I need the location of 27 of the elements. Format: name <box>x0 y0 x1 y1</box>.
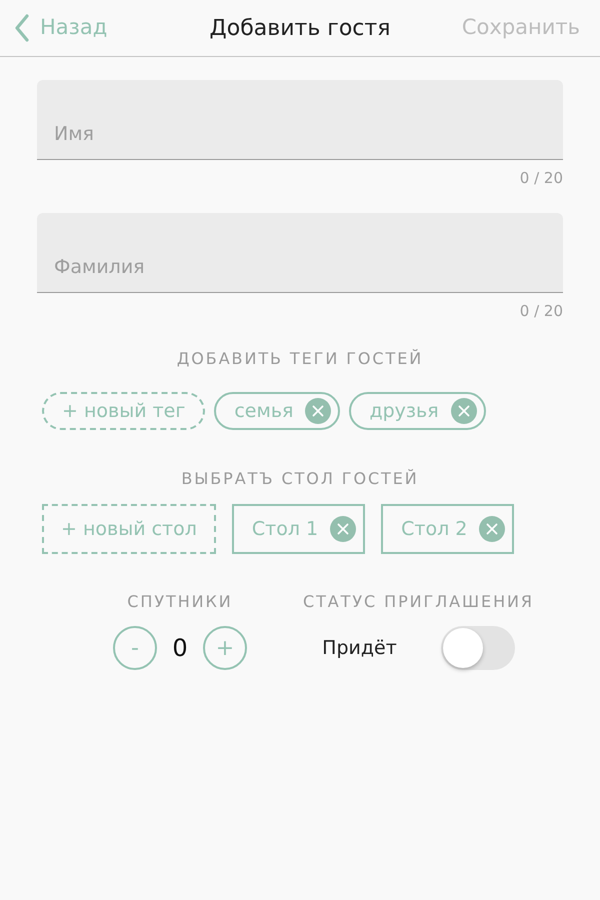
close-icon[interactable] <box>450 398 477 424</box>
character-counter: 0 / 20 <box>520 301 563 321</box>
tag-chip[interactable]: семья <box>214 392 340 430</box>
back-button[interactable]: Назад <box>0 12 108 44</box>
table-chip[interactable]: Стол 1 <box>232 504 366 554</box>
close-icon[interactable] <box>330 516 356 542</box>
back-chevron-icon <box>14 14 30 42</box>
section-heading: СПУТНИКИ <box>127 592 233 612</box>
close-icon[interactable] <box>479 516 506 542</box>
section-heading: СТАТУС ПРИГЛАШЕНИЯ <box>303 592 534 612</box>
invitation-status-label: Придёт <box>322 636 397 661</box>
text-input-field[interactable]: Фамилия <box>37 213 563 293</box>
close-icon[interactable] <box>305 398 332 424</box>
character-counter: 0 / 20 <box>520 168 563 188</box>
text-input-field[interactable]: Имя <box>37 80 563 160</box>
increment-button[interactable]: + <box>203 626 247 670</box>
page-title: Добавить гостя <box>210 14 390 42</box>
table-chip[interactable]: Стол 2 <box>381 504 514 554</box>
companions-count: 0 <box>171 633 189 664</box>
new-table-button[interactable]: + новый стол <box>42 504 216 554</box>
section-heading: ДОБАВИТЬ ТЕГИ ГОСТЕЙ <box>176 349 424 369</box>
toggle-switch[interactable] <box>440 626 515 670</box>
decrement-button[interactable]: - <box>113 626 157 670</box>
new-tag-button[interactable]: + новый тег <box>42 392 206 430</box>
section-heading: ВЫБРАТЪ СТОЛ ГОСТЕЙ <box>180 469 420 489</box>
tag-chip[interactable]: друзья <box>349 392 486 430</box>
toggle-knob <box>442 628 483 668</box>
